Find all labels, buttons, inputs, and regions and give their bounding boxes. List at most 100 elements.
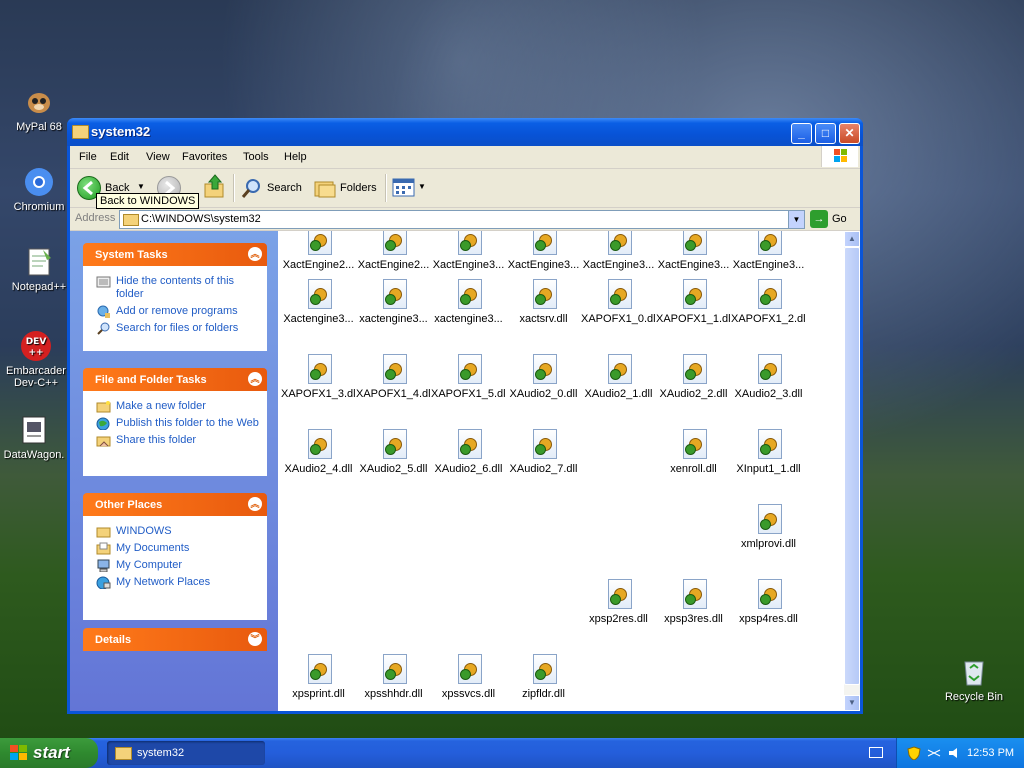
file-item[interactable]: xpsp4res.dll <box>731 579 806 625</box>
file-item[interactable]: XactEngine3... <box>431 231 506 271</box>
folders-button[interactable]: Folders <box>313 173 379 203</box>
file-item[interactable]: XactEngine3... <box>731 231 806 271</box>
clock[interactable]: 12:53 PM <box>967 747 1014 759</box>
task-search-files[interactable]: Search for files or folders <box>84 320 266 337</box>
place-my-network-places[interactable]: My Network Places <box>84 574 266 591</box>
address-input[interactable]: C:\WINDOWS\system32 ▼ <box>119 210 805 229</box>
volume-icon[interactable] <box>947 746 961 760</box>
menu-help[interactable]: Help <box>284 151 307 163</box>
details-header[interactable]: Details ︾ <box>83 628 267 651</box>
file-item[interactable]: XAudio2_4.dll <box>281 429 356 475</box>
task-publish-web[interactable]: Publish this folder to the Web <box>84 415 266 432</box>
file-item[interactable]: Xactengine3... <box>281 279 356 325</box>
task-hide-contents[interactable]: Hide the contents of this folder <box>84 273 266 303</box>
desktop-icon-mypal[interactable]: MyPal 68 <box>1 86 77 133</box>
file-item[interactable]: XInput1_1.dll <box>731 429 806 475</box>
views-button[interactable]: ▼ <box>392 173 426 203</box>
task-add-remove-programs[interactable]: Add or remove programs <box>84 303 266 320</box>
menu-favorites[interactable]: Favorites <box>182 151 227 163</box>
file-item[interactable]: XAPOFX1_3.dll <box>281 354 356 400</box>
file-item[interactable]: XAudio2_6.dll <box>431 429 506 475</box>
desktop-icon-datawagon[interactable]: DataWagon. <box>0 414 72 461</box>
file-item[interactable]: xpsprint.dll <box>281 654 356 700</box>
system-tasks-header[interactable]: System Tasks ︽ <box>83 243 267 266</box>
file-item[interactable]: xactengine3... <box>431 279 506 325</box>
expand-chevron-icon[interactable]: ︾ <box>248 632 262 646</box>
desktop-icon-notepadpp[interactable]: Notepad++ <box>1 246 77 293</box>
other-places-header[interactable]: Other Places ︽ <box>83 493 267 516</box>
file-item[interactable]: xpsshhdr.dll <box>356 654 431 700</box>
title-bar[interactable]: system32 _ □ ✕ <box>67 118 863 146</box>
folder-icon <box>72 125 89 139</box>
file-view[interactable]: XactEngine2... XactEngine2... XactEngine3.… <box>278 231 844 711</box>
file-item[interactable]: XactEngine2... <box>356 231 431 271</box>
my-computer-icon <box>97 559 110 572</box>
desktop-icon-devcpp[interactable]: DEV ++ Embarcader Dev-C++ <box>0 330 74 389</box>
menu-view[interactable]: View <box>146 151 170 163</box>
file-item[interactable]: XAudio2_1.dll <box>581 354 656 400</box>
file-item[interactable]: xpsp2res.dll <box>581 579 656 625</box>
minimize-button[interactable]: _ <box>791 123 812 144</box>
file-item[interactable]: XAudio2_2.dll <box>656 354 731 400</box>
address-value: C:\WINDOWS\system32 <box>141 213 261 225</box>
svg-text:DEV: DEV <box>26 337 47 347</box>
search-icon <box>97 322 110 335</box>
file-item[interactable]: xenroll.dll <box>656 429 731 475</box>
file-item[interactable]: xactsrv.dll <box>506 279 581 325</box>
place-windows[interactable]: WINDOWS <box>84 523 266 540</box>
back-dropdown-icon[interactable]: ▼ <box>137 182 145 191</box>
security-shield-icon[interactable] <box>907 746 921 760</box>
place-label: My Network Places <box>116 576 211 588</box>
file-item[interactable]: XAPOFX1_0.dll <box>581 279 656 325</box>
file-folder-tasks-header[interactable]: File and Folder Tasks ︽ <box>83 368 267 391</box>
menu-edit[interactable]: Edit <box>110 151 129 163</box>
file-item[interactable]: XAPOFX1_1.dll <box>656 279 731 325</box>
file-item[interactable]: xmlprovi.dll <box>731 504 806 550</box>
file-item[interactable]: xpsp3res.dll <box>656 579 731 625</box>
desktop-icon-label: Chromium <box>13 201 65 213</box>
collapse-chevron-icon[interactable]: ︽ <box>248 497 262 511</box>
network-icon[interactable] <box>927 746 941 760</box>
task-share-folder[interactable]: Share this folder <box>84 432 266 449</box>
taskbar-item-system32[interactable]: system32 <box>107 741 265 765</box>
start-button[interactable]: start <box>0 738 98 768</box>
scroll-up-button[interactable]: ▲ <box>844 231 860 247</box>
up-folder-button[interactable] <box>202 173 228 203</box>
search-button[interactable]: Search <box>240 173 306 203</box>
collapse-chevron-icon[interactable]: ︽ <box>248 372 262 386</box>
file-item[interactable]: XAudio2_7.dll <box>506 429 581 475</box>
task-make-new-folder[interactable]: Make a new folder <box>84 398 266 415</box>
file-item[interactable]: XactEngine3... <box>656 231 731 271</box>
file-item[interactable]: zipfldr.dll <box>506 654 581 700</box>
keyboard-icon[interactable] <box>869 747 883 758</box>
file-item[interactable]: xpssvcs.dll <box>431 654 506 700</box>
file-item[interactable]: XAudio2_5.dll <box>356 429 431 475</box>
file-item[interactable]: XactEngine3... <box>506 231 581 271</box>
dll-file-icon <box>606 231 632 255</box>
desktop-icon-recycle-bin[interactable]: Recycle Bin <box>936 656 1012 703</box>
address-dropdown-button[interactable]: ▼ <box>788 211 804 228</box>
file-item[interactable]: XAPOFX1_5.dll <box>431 354 506 400</box>
file-item[interactable]: XactEngine2... <box>281 231 356 271</box>
file-item[interactable]: XactEngine3... <box>581 231 656 271</box>
place-my-documents[interactable]: My Documents <box>84 540 266 557</box>
vertical-scrollbar[interactable]: ▲ ▼ <box>844 231 860 711</box>
desktop-icon-chromium[interactable]: Chromium <box>1 166 77 213</box>
file-item[interactable]: XAPOFX1_4.dll <box>356 354 431 400</box>
file-item[interactable]: XAPOFX1_2.dll <box>731 279 806 325</box>
scroll-thumb[interactable] <box>844 247 860 685</box>
go-button[interactable]: → Go <box>810 210 854 228</box>
place-my-computer[interactable]: My Computer <box>84 557 266 574</box>
scroll-down-button[interactable]: ▼ <box>844 695 860 711</box>
file-item[interactable]: XAudio2_3.dll <box>731 354 806 400</box>
windows-logo-icon <box>821 146 858 167</box>
collapse-chevron-icon[interactable]: ︽ <box>248 247 262 261</box>
folders-label: Folders <box>340 182 377 194</box>
file-item[interactable]: xactengine3... <box>356 279 431 325</box>
close-button[interactable]: ✕ <box>839 123 860 144</box>
menu-tools[interactable]: Tools <box>243 151 269 163</box>
maximize-button[interactable]: □ <box>815 123 836 144</box>
file-item[interactable]: XAudio2_0.dll <box>506 354 581 400</box>
menu-file[interactable]: File <box>79 151 97 163</box>
file-name: XAPOFX1_3.dll <box>281 388 356 400</box>
